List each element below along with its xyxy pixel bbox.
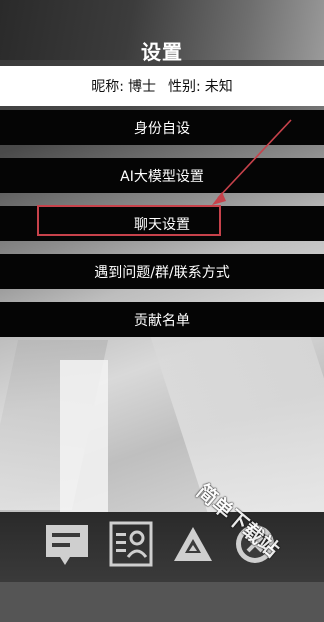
contact-info-button[interactable]: 遇到问题/群/联系方式 [0, 254, 324, 289]
chat-bubble-icon[interactable] [44, 521, 90, 567]
identity-settings-button[interactable]: 身份自设 [0, 110, 324, 145]
nickname-value: 博士 [128, 79, 156, 95]
background-shape [60, 360, 108, 520]
chat-settings-button[interactable]: 聊天设置 [0, 206, 324, 241]
page-title: 设置 [141, 40, 183, 64]
gender-label: 性别: [168, 79, 201, 95]
ai-model-settings-button[interactable]: AI大模型设置 [0, 158, 324, 193]
profile-info: 昵称: 博士 性别: 未知 [0, 66, 324, 106]
gender-value: 未知 [204, 79, 233, 95]
nickname-label: 昵称: [91, 79, 124, 95]
contact-card-icon[interactable] [108, 521, 154, 567]
contributors-button[interactable]: 贡献名单 [0, 302, 324, 337]
